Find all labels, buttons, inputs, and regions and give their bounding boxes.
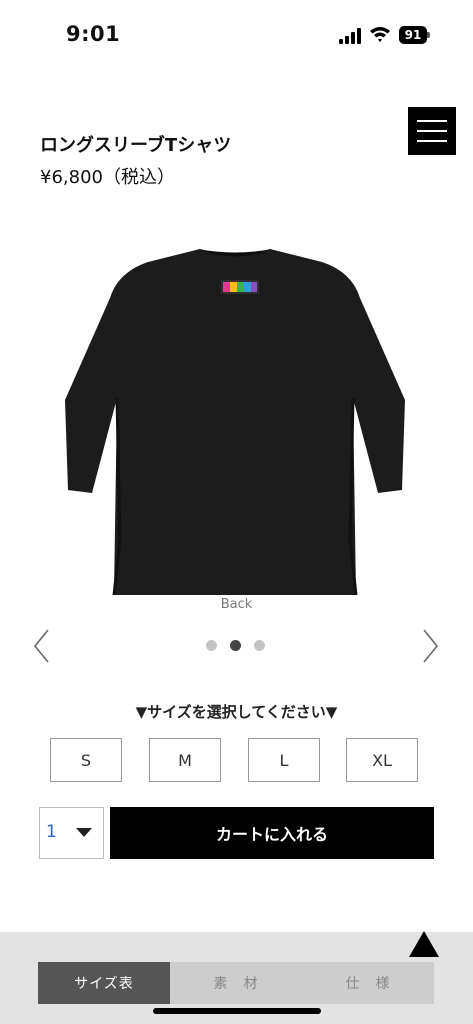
size-option-l[interactable]: L: [248, 738, 320, 782]
caret-down-icon: [76, 828, 92, 837]
add-to-cart-button[interactable]: カートに入れる: [110, 807, 434, 859]
bottom-tabs: サイズ表 素 材 仕 様: [38, 962, 434, 1004]
carousel-dot[interactable]: [230, 640, 241, 651]
product-price: ¥6,800（税込）: [40, 167, 175, 188]
status-bar: 9:01 91: [0, 0, 473, 72]
carousel-dot[interactable]: [206, 640, 217, 651]
size-option-s[interactable]: S: [50, 738, 122, 782]
wifi-icon: [370, 27, 390, 42]
product-title: ロングスリーブTシャツ: [40, 135, 232, 156]
product-image: [65, 249, 405, 596]
status-time: 9:01: [66, 22, 121, 46]
tab-size-chart[interactable]: サイズ表: [38, 962, 170, 1004]
battery-icon: 91: [399, 26, 430, 44]
carousel-dots: [206, 640, 268, 652]
size-option-m[interactable]: M: [149, 738, 221, 782]
quantity-select[interactable]: 1: [39, 807, 104, 859]
tab-material[interactable]: 素 材: [170, 962, 302, 1004]
home-indicator: [153, 1008, 321, 1014]
chevron-left-icon[interactable]: [30, 627, 54, 665]
battery-level: 91: [399, 26, 427, 44]
chevron-right-icon[interactable]: [418, 627, 442, 665]
carousel-dot[interactable]: [254, 640, 265, 651]
size-prompt: ▼サイズを選択してください▼: [135, 703, 338, 721]
triangle-up-icon[interactable]: [408, 930, 440, 958]
image-caption: Back: [220, 597, 253, 612]
hamburger-menu-icon[interactable]: [408, 107, 456, 155]
quantity-value: 1: [46, 822, 57, 842]
size-option-xl[interactable]: XL: [346, 738, 418, 782]
signal-icon: [339, 28, 361, 44]
tag-logo: [221, 280, 259, 294]
tab-spec[interactable]: 仕 様: [302, 962, 434, 1004]
